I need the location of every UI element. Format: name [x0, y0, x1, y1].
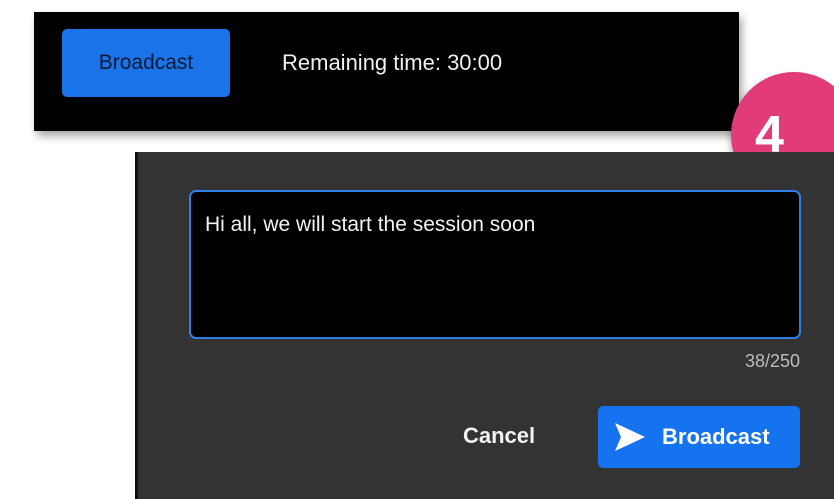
broadcast-message-input[interactable]: Hi all, we will start the session soon [189, 190, 801, 339]
broadcast-toolbar: Broadcast Remaining time: 30:00 [34, 12, 739, 131]
character-counter: 38/250 [744, 351, 800, 371]
send-broadcast-label: Broadcast [662, 424, 770, 449]
cancel-button[interactable]: Cancel [463, 406, 535, 466]
screenshot-canvas: Broadcast Remaining time: 30:00 4 Hi all… [0, 0, 834, 499]
send-icon [612, 419, 648, 455]
remaining-time-label: Remaining time: 30:00 [282, 50, 503, 75]
broadcast-button[interactable]: Broadcast [62, 29, 230, 97]
broadcast-dialog: Hi all, we will start the session soon 3… [135, 152, 834, 499]
send-broadcast-button[interactable]: Broadcast [598, 406, 800, 468]
